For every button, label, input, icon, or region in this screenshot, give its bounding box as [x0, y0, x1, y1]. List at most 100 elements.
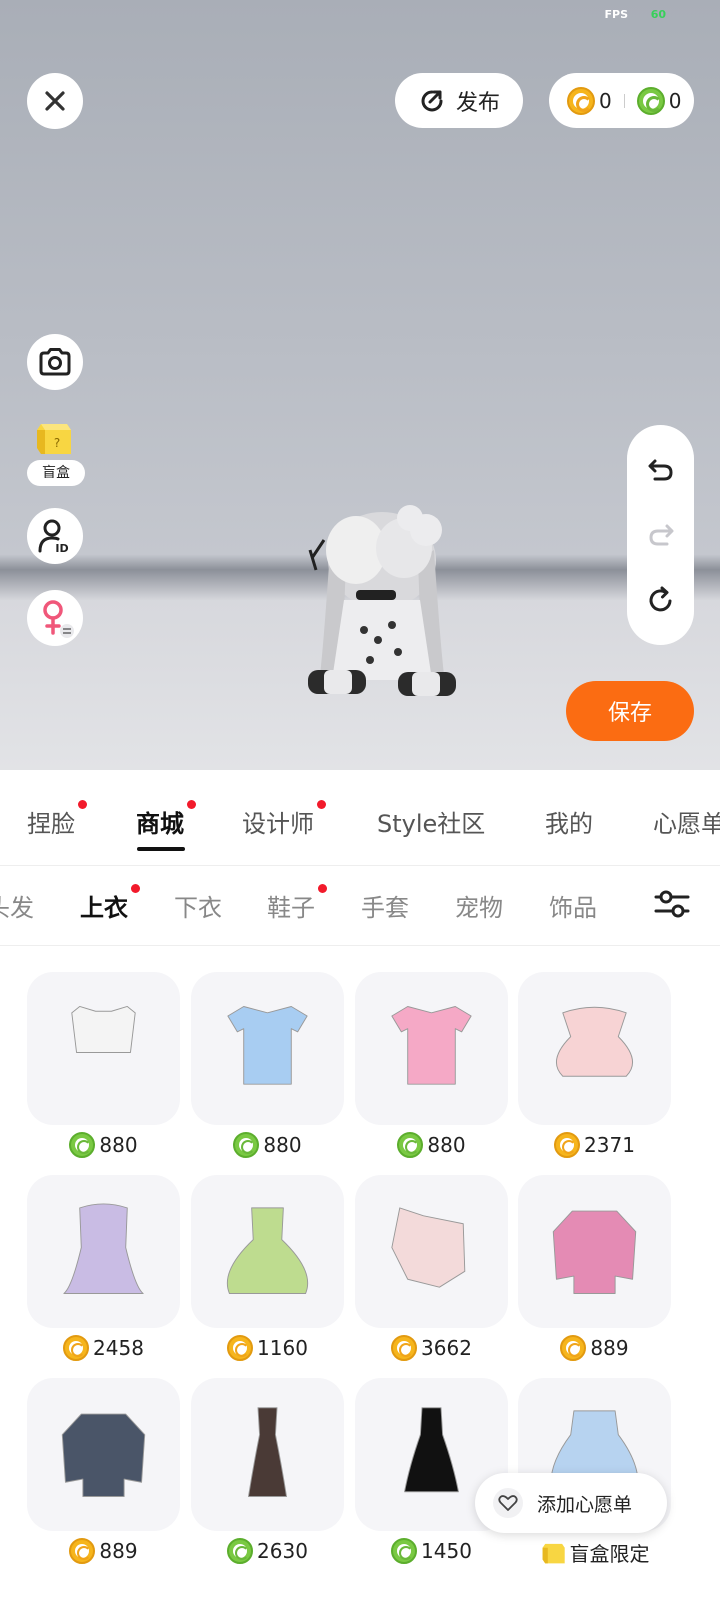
tab-label: 商城 [136, 810, 184, 838]
avatar-viewport[interactable]: FPS 60 发布 0 0 盲盒 ? ID 保存 [0, 0, 720, 770]
category-label: 宠物 [455, 894, 503, 922]
blindbox-icon [542, 1543, 565, 1563]
new-dot [317, 800, 326, 809]
avatar-id-button[interactable]: ID [27, 508, 83, 564]
shop-item-lavender-robe[interactable]: 2458 [27, 1175, 180, 1370]
price-value: 2630 [257, 1539, 308, 1563]
shop-item-pink-ruffle-dress[interactable]: 2371 [518, 972, 671, 1167]
category-tab-bar: 头发 上衣 下衣 鞋子 手套 宠物 饰品 [0, 866, 720, 946]
item-thumbnail [191, 1378, 344, 1531]
gold-coin-icon [227, 1335, 254, 1361]
avatar-model[interactable] [272, 500, 492, 720]
new-dot [131, 884, 140, 893]
tab-shop[interactable]: 商城 [136, 800, 196, 839]
item-price: 2458 [27, 1335, 180, 1361]
gold-coin-icon [554, 1132, 581, 1158]
add-to-wishlist-button[interactable]: 添加心愿单 [475, 1473, 667, 1533]
tab-label: 心愿单 [653, 810, 720, 838]
shop-item-pink-bow-shirt[interactable]: 880 [355, 972, 508, 1167]
category-label: 上衣 [80, 894, 128, 922]
filter-icon[interactable] [652, 884, 692, 924]
new-dot [78, 800, 87, 809]
category-label: 头发 [0, 894, 34, 922]
price-value: 3662 [421, 1336, 472, 1360]
gold-coin-icon [63, 1335, 90, 1361]
history-controls [627, 425, 694, 645]
svg-text:ID: ID [55, 542, 68, 554]
tab-wishlist[interactable]: 心愿单 [653, 804, 720, 839]
tab-style-community[interactable]: Style社区 [377, 804, 485, 839]
category-label: 饰品 [549, 894, 597, 922]
main-tab-bar: 捏脸 商城 设计师 Style社区 我的 心愿单 [0, 770, 720, 866]
item-price: 2371 [518, 1132, 671, 1158]
blindbox-button[interactable]: 盲盒 ? [27, 418, 85, 486]
item-price: 880 [27, 1132, 180, 1158]
tab-designer[interactable]: 设计师 [242, 800, 326, 839]
category-label: 手套 [361, 894, 409, 922]
category-accessories[interactable]: 饰品 [549, 888, 597, 923]
category-bottoms[interactable]: 下衣 [174, 888, 222, 923]
item-price: 1450 [355, 1538, 508, 1564]
tab-mine[interactable]: 我的 [545, 804, 593, 839]
item-thumbnail [518, 972, 671, 1125]
category-label: 下衣 [174, 894, 222, 922]
redo-icon[interactable] [646, 520, 676, 550]
price-value: 880 [263, 1133, 302, 1157]
undo-icon[interactable] [646, 455, 676, 485]
category-pets[interactable]: 宠物 [455, 888, 503, 923]
fps-value: 60 [650, 8, 666, 21]
price-value: 880 [427, 1133, 466, 1157]
green-coin-icon [397, 1132, 424, 1158]
category-gloves[interactable]: 手套 [361, 888, 409, 923]
camera-button[interactable] [27, 334, 83, 390]
shop-item-brown-long-dress[interactable]: 2630 [191, 1378, 344, 1573]
price-value: 880 [99, 1133, 138, 1157]
green-balance: 0 [668, 88, 682, 113]
price-value: 889 [590, 1336, 629, 1360]
shop-item-grey-sweater[interactable]: 889 [27, 1378, 180, 1573]
shop-item-green-princess-gown[interactable]: 1160 [191, 1175, 344, 1370]
green-coin-icon [391, 1538, 418, 1564]
item-thumbnail [191, 1175, 344, 1328]
close-button[interactable] [27, 73, 83, 129]
currency-wallet[interactable]: 0 0 [549, 73, 694, 128]
shop-item-pink-sweater[interactable]: 889 [518, 1175, 671, 1370]
item-price: 889 [27, 1538, 180, 1564]
shop-item-blue-bow-shirt[interactable]: 880 [191, 972, 344, 1167]
category-label: 鞋子 [267, 894, 315, 922]
gold-coin-icon [567, 86, 595, 115]
tab-face[interactable]: 捏脸 [27, 800, 87, 839]
item-price: 880 [191, 1132, 344, 1158]
close-icon [45, 91, 65, 111]
green-coin-icon [69, 1132, 96, 1158]
item-price: 889 [518, 1335, 671, 1361]
new-dot [187, 800, 196, 809]
category-tops[interactable]: 上衣 [80, 884, 140, 923]
female-icon [43, 600, 74, 638]
item-price: 1160 [191, 1335, 344, 1361]
shop-item-black-halter-dress[interactable]: 1450 [355, 1378, 508, 1573]
tab-label: Style社区 [377, 810, 486, 838]
shop-item-white-lace-dress[interactable]: 3662 [355, 1175, 508, 1370]
publish-button[interactable]: 发布 [395, 73, 523, 128]
blindbox-icon: ? [37, 424, 71, 454]
category-hair[interactable]: 头发 [0, 888, 34, 923]
wishlist-label: 添加心愿单 [537, 1493, 633, 1516]
price-value: 2458 [93, 1336, 144, 1360]
price-value: 1160 [257, 1336, 308, 1360]
gender-switch-button[interactable] [27, 590, 83, 646]
tab-label: 设计师 [242, 810, 314, 838]
new-dot [318, 884, 327, 893]
shop-item-white-corset-top[interactable]: 880 [27, 972, 180, 1167]
wallet-divider [623, 93, 625, 108]
price-value: 2371 [584, 1133, 635, 1157]
reset-icon[interactable] [646, 585, 676, 615]
item-thumbnail [518, 1175, 671, 1328]
save-button[interactable]: 保存 [566, 681, 694, 741]
item-price: 3662 [355, 1335, 508, 1361]
gold-coin-icon [69, 1538, 96, 1564]
item-price: 盲盒限定 [518, 1538, 671, 1567]
svg-text:?: ? [54, 436, 60, 450]
category-shoes[interactable]: 鞋子 [267, 884, 327, 923]
id-card-icon: ID [38, 519, 69, 554]
